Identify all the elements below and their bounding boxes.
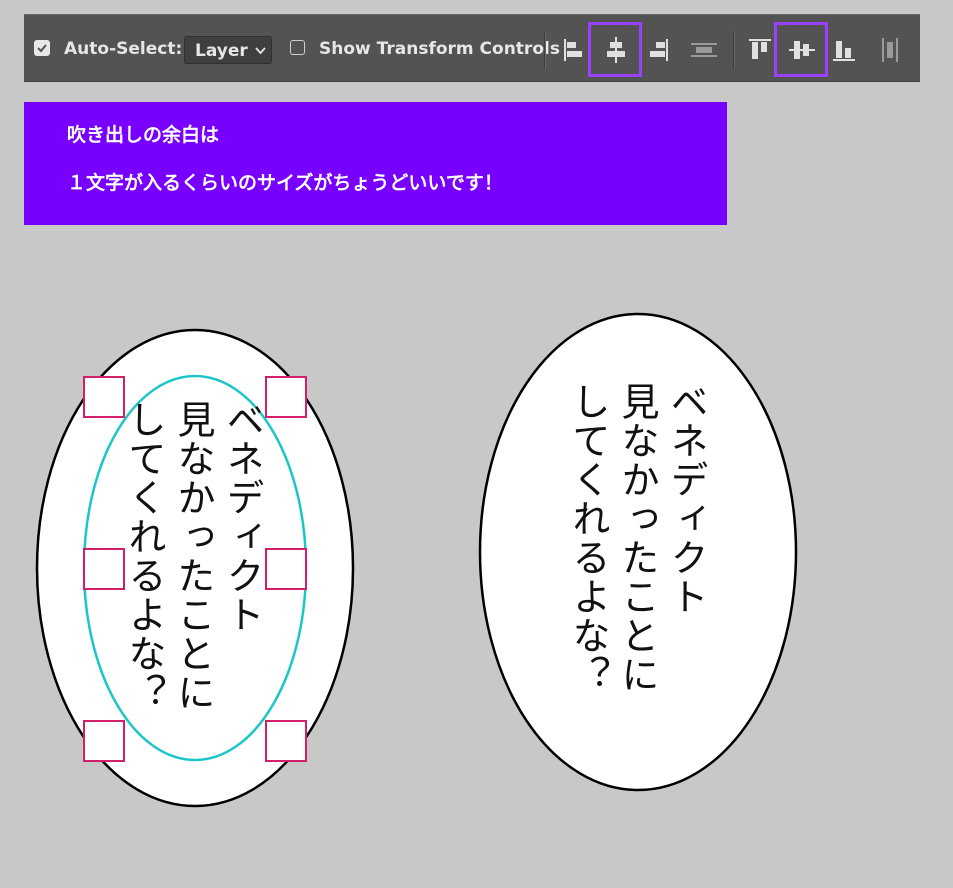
transform-handle[interactable] — [83, 548, 125, 590]
bubble-left-line-3: してくれるよな？ — [122, 400, 166, 712]
transform-handle[interactable] — [83, 720, 125, 762]
bubble-canvas: ベネディクト 見なかったことに してくれるよな？ ベネディクト 見なかったことに… — [35, 312, 798, 808]
bubble-left-line-2: 見なかったことに — [171, 400, 215, 712]
bubble-left-line-1: ベネディクト — [220, 400, 264, 634]
transform-handle[interactable] — [83, 376, 125, 418]
transform-handle[interactable] — [265, 720, 307, 762]
transform-handle[interactable] — [265, 548, 307, 590]
bubble-right-line-2: 見なかったことに — [615, 382, 659, 694]
bubble-right-line-3: してくれるよな？ — [566, 382, 610, 694]
transform-handle[interactable] — [265, 376, 307, 418]
bubble-right-line-1: ベネディクト — [664, 382, 708, 616]
